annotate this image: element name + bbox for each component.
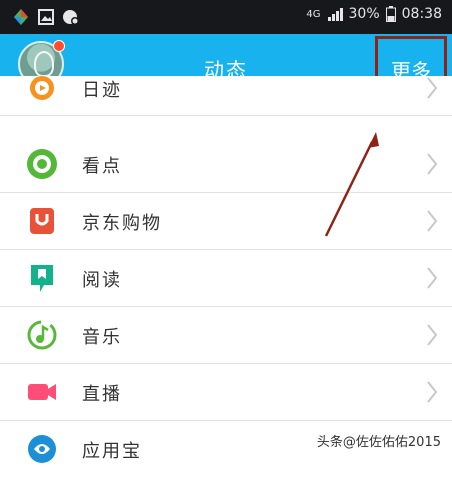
app-store-icon: [28, 435, 56, 463]
chevron-right-icon: [427, 210, 438, 232]
book-bookmark-icon: [31, 265, 53, 292]
list-item-reading[interactable]: 阅读: [0, 250, 452, 307]
settings-badge-icon: [63, 10, 79, 25]
chevron-right-icon: [427, 77, 438, 99]
list-item-label: 日迹: [82, 80, 122, 101]
list-item-live[interactable]: 直播: [0, 364, 452, 421]
app-logo-icon: [14, 9, 28, 25]
jd-shopping-bag-icon: [30, 208, 54, 234]
chevron-right-icon: [427, 324, 438, 346]
image-icon: [38, 9, 54, 25]
list-item-label: 看点: [82, 156, 122, 177]
video-camera-icon: [28, 384, 56, 400]
list-item-label: 音乐: [82, 327, 122, 348]
list-item-label: 阅读: [82, 270, 122, 291]
status-left-icons: [12, 8, 80, 26]
list-item-label: 应用宝: [82, 441, 142, 462]
status-bar: 4G 30% 08:38: [0, 0, 452, 34]
list-item-jd-shopping[interactable]: 京东购物: [0, 193, 452, 250]
camera-ring-icon: [30, 76, 54, 100]
network-type: 4G: [306, 8, 321, 20]
chevron-right-icon: [427, 267, 438, 289]
status-right: 4G 30% 08:38: [306, 6, 442, 22]
chevron-right-icon: [427, 381, 438, 403]
notification-dot: [53, 40, 65, 52]
watermark: 头条@佐佐佑佑2015: [313, 430, 444, 451]
chevron-right-icon: [427, 153, 438, 175]
battery-icon: [385, 6, 396, 22]
list-item-label: 直播: [82, 384, 122, 405]
eye-icon: [27, 149, 57, 179]
list-item-label: 京东购物: [82, 213, 162, 234]
signal-icon: [327, 8, 343, 21]
clock: 08:38: [401, 6, 442, 22]
battery-percent: 30%: [348, 6, 380, 22]
list-item-music[interactable]: 音乐: [0, 307, 452, 364]
list-item-kandian[interactable]: 看点: [0, 136, 452, 193]
list-item-riji[interactable]: 日迹: [0, 76, 452, 116]
music-note-icon: [27, 320, 57, 350]
